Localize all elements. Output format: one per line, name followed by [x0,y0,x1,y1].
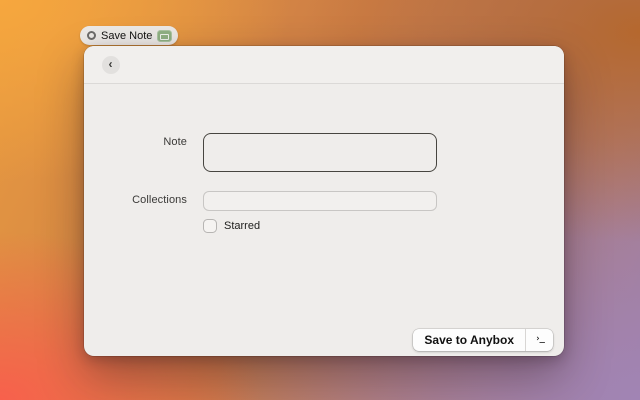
anybox-app-icon [157,29,173,42]
note-textarea[interactable] [203,133,437,172]
save-split-button: Save to Anybox ›_ [413,329,553,351]
run-shortcut-button[interactable]: ›_ [526,329,553,351]
starred-checkbox[interactable] [203,219,217,233]
starred-label: Starred [224,220,261,232]
window-header: ‹ [84,46,564,84]
collections-input[interactable] [203,191,437,211]
starred-row: Starred [203,219,260,233]
back-button[interactable]: ‹ [102,55,120,74]
menubar-item-label: Save Note [101,29,153,42]
save-note-window: ‹ Note Collections Starred Save to Anybo… [84,46,564,356]
save-to-anybox-button[interactable]: Save to Anybox [413,329,525,351]
note-label: Note [163,136,187,148]
menubar-save-note-item[interactable]: Save Note [80,26,179,45]
terminal-prompt-icon: ›_ [535,334,545,344]
form-area: Note Collections Starred Save to Anybox … [84,84,564,356]
gear-icon [87,31,96,40]
chevron-left-icon: ‹ [108,56,113,71]
collections-label: Collections [132,194,187,206]
